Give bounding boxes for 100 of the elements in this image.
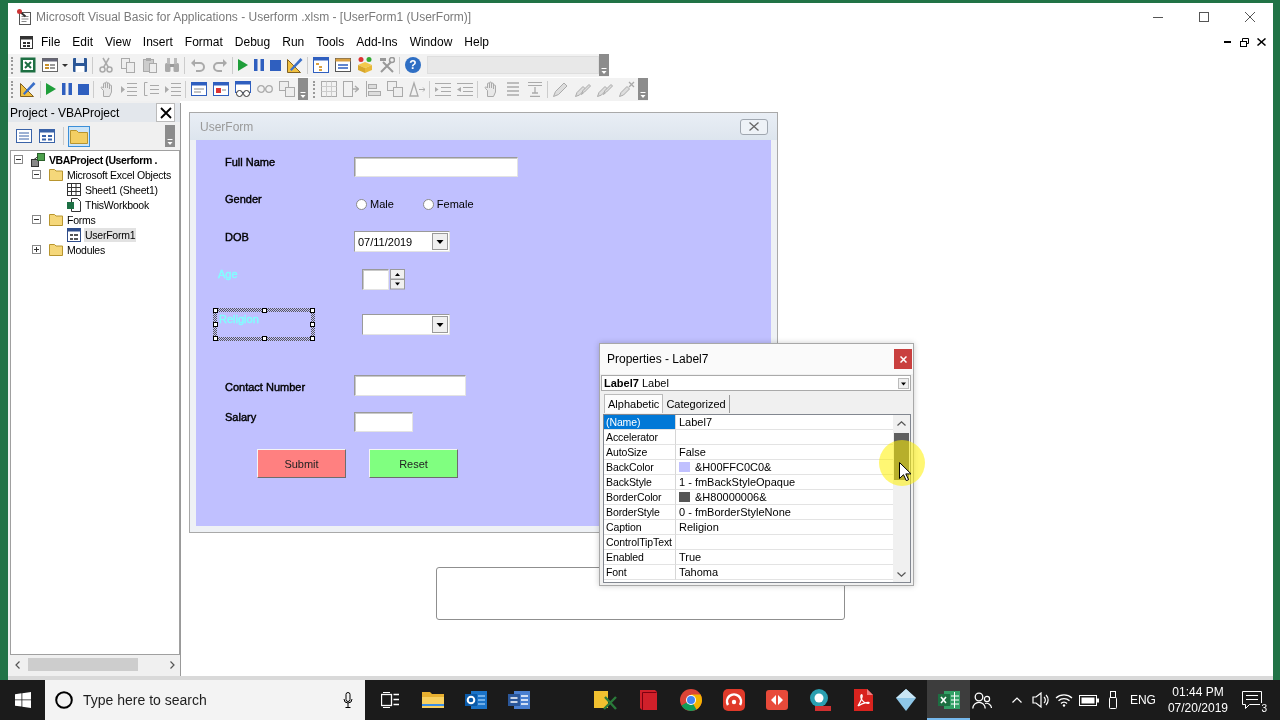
tree-item[interactable]: Sheet1 (Sheet1) — [84, 182, 159, 197]
form-button[interactable]: Reset — [369, 449, 458, 478]
taskbar-app[interactable] — [927, 680, 970, 720]
form-label[interactable]: Full Name — [225, 156, 276, 169]
property-name[interactable]: Font — [604, 565, 676, 580]
chevron-left-icon[interactable] — [15, 660, 20, 669]
pause-icon[interactable] — [254, 59, 264, 71]
window-glasses-icon[interactable] — [235, 81, 251, 97]
radio-icon[interactable] — [356, 199, 367, 210]
usb-drive-icon[interactable] — [1107, 691, 1118, 709]
menu-item[interactable]: File — [35, 33, 67, 51]
tree-item[interactable]: VBAProject (Userform . — [48, 152, 158, 167]
chevron-right-icon[interactable] — [170, 660, 175, 669]
triangle-ruler-icon[interactable] — [20, 81, 36, 97]
tools-icon[interactable] — [379, 57, 395, 73]
tree-item[interactable]: ThisWorkbook — [84, 197, 150, 212]
menu-item[interactable]: Run — [276, 33, 311, 51]
property-name[interactable]: BackColor — [604, 460, 676, 475]
play-icon[interactable] — [46, 83, 56, 95]
tree-window-icon[interactable] — [313, 57, 329, 73]
language-indicator[interactable]: ENG — [1129, 693, 1156, 707]
collapse-icon[interactable] — [32, 215, 41, 224]
menu-item[interactable]: View — [99, 33, 137, 51]
form-window-icon[interactable] — [20, 35, 33, 49]
form-button[interactable]: Submit — [257, 449, 346, 478]
property-name[interactable]: Caption — [604, 520, 676, 535]
caret-icon[interactable] — [62, 63, 68, 67]
stop-icon[interactable] — [270, 59, 281, 71]
notification-icon[interactable] — [1242, 691, 1262, 709]
property-name[interactable]: (Name) — [604, 415, 676, 430]
property-name[interactable]: BackStyle — [604, 475, 676, 490]
tree-item[interactable]: UserForm1 — [84, 227, 137, 242]
toolbar-overflow-icon[interactable] — [298, 78, 308, 100]
form-label[interactable]: Contact Number — [225, 381, 306, 394]
toolbar-overflow-icon[interactable] — [638, 78, 648, 100]
form-window-icon[interactable] — [42, 57, 58, 73]
scroll-thumb[interactable] — [28, 658, 138, 671]
property-name[interactable]: BorderColor — [604, 490, 676, 505]
text-field[interactable] — [354, 375, 466, 396]
chevron-up-icon[interactable] — [897, 421, 906, 426]
toggle-folders-button[interactable] — [68, 125, 90, 147]
people-icon[interactable] — [971, 691, 992, 709]
toolbar-overflow-icon[interactable] — [599, 54, 609, 76]
text-field[interactable] — [354, 157, 518, 177]
property-name[interactable]: BorderStyle — [604, 505, 676, 520]
expand-icon[interactable] — [32, 245, 41, 254]
radio-option[interactable]: Female — [422, 198, 474, 211]
triangle-ruler-icon[interactable] — [287, 57, 303, 73]
microphone-icon[interactable] — [343, 692, 353, 708]
play-icon[interactable] — [238, 59, 248, 71]
tab[interactable]: Categorized — [663, 395, 730, 413]
form-label[interactable]: Gender — [225, 193, 262, 206]
menu-item[interactable]: Tools — [310, 33, 351, 51]
collapse-icon[interactable] — [14, 155, 23, 164]
box-shapes-icon[interactable] — [357, 57, 373, 73]
text-field[interactable] — [354, 412, 413, 432]
property-name[interactable]: AutoSize — [604, 445, 676, 460]
property-name[interactable]: ControlTipText — [604, 535, 676, 550]
list-window-icon[interactable] — [335, 57, 351, 73]
form-label[interactable]: DOB — [225, 231, 249, 244]
binoculars-icon[interactable] — [164, 57, 180, 73]
menu-item[interactable]: Add-Ins — [350, 33, 404, 51]
wifi-icon[interactable] — [1054, 693, 1073, 707]
object-dropdown[interactable]: Label7 Label — [601, 375, 911, 391]
collapse-icon[interactable] — [32, 170, 41, 179]
dropdown-field[interactable] — [427, 56, 599, 74]
tree-item[interactable]: Microsoft Excel Objects — [66, 167, 172, 182]
menu-item[interactable]: Insert — [136, 33, 179, 51]
combo-box[interactable]: 07/11/2019 — [354, 231, 450, 252]
radio-option[interactable]: Male — [356, 198, 394, 211]
search-field[interactable]: Type here to search — [45, 680, 365, 720]
scrollbar[interactable] — [893, 415, 910, 582]
clipboard-icon[interactable] — [142, 57, 158, 73]
property-name[interactable]: Enabled — [604, 550, 676, 565]
menu-item[interactable]: Help — [458, 33, 495, 51]
radio-icon[interactable] — [422, 199, 434, 210]
menu-item[interactable]: Edit — [66, 33, 100, 51]
window-flag-icon[interactable] — [213, 81, 229, 97]
form-label[interactable]: Salary — [225, 411, 257, 424]
help-button[interactable]: ? — [405, 57, 421, 73]
text-field[interactable] — [362, 269, 389, 290]
menu-item[interactable]: Format — [178, 33, 229, 51]
spreadsheet-icon[interactable] — [20, 57, 36, 73]
tab[interactable]: Alphabetic — [604, 394, 664, 413]
spin-arrows-icon[interactable] — [390, 269, 405, 290]
window-icon[interactable] — [191, 81, 207, 97]
tree-item[interactable]: Modules — [66, 242, 106, 257]
chevron-down-icon[interactable] — [897, 572, 906, 577]
tree-item[interactable]: Forms — [66, 212, 97, 227]
pause-icon[interactable] — [62, 83, 72, 95]
stop-icon[interactable] — [78, 83, 89, 95]
clock-date[interactable]: 07/20/2019 — [1167, 700, 1228, 716]
battery-icon[interactable] — [1078, 694, 1099, 706]
menu-item[interactable]: Window — [403, 33, 459, 51]
clock-time[interactable]: 01:44 PM — [1172, 684, 1224, 700]
speaker-icon[interactable] — [1031, 692, 1049, 708]
close-button[interactable] — [156, 103, 175, 122]
menu-item[interactable]: Debug — [228, 33, 277, 51]
window-title: Properties - Label7 — [607, 352, 709, 366]
property-name[interactable]: Accelerator — [604, 430, 676, 445]
